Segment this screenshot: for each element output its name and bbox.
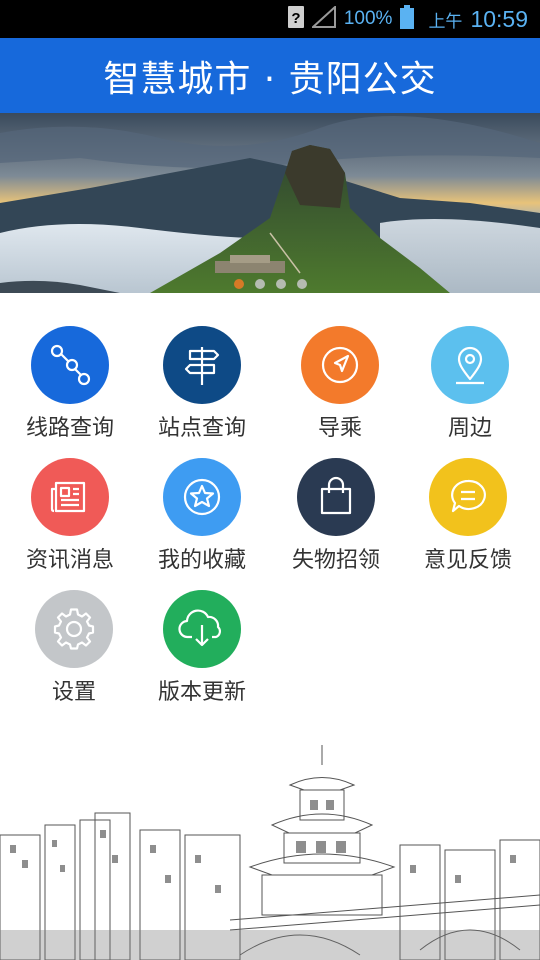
menu-item-favorites[interactable]: 我的收藏 [136, 458, 268, 588]
newspaper-icon [31, 458, 109, 536]
page-title: 智慧城市 · 贵阳公交 [103, 58, 437, 100]
menu-item-nearby[interactable]: 周边 [404, 326, 536, 456]
menu-item-label: 线路查询 [25, 416, 114, 441]
menu-item-label: 导乘 [317, 416, 362, 441]
menu-item-stop-query[interactable]: 站点查询 [136, 326, 268, 456]
gear-icon [35, 590, 113, 668]
chat-icon [429, 458, 507, 536]
menu-item-label: 失物招领 [291, 548, 380, 573]
signpost-icon [163, 326, 241, 404]
menu-item-label: 站点查询 [157, 416, 246, 441]
unknown-sim-icon: ? [287, 5, 304, 33]
location-pin-icon [431, 326, 509, 404]
star-icon [163, 458, 241, 536]
menu-item-label: 我的收藏 [157, 548, 246, 573]
menu-item-update[interactable]: 版本更新 [136, 590, 268, 720]
battery-percent: 100% [343, 8, 393, 29]
svg-text:?: ? [291, 10, 300, 27]
menu-item-news[interactable]: 资讯消息 [4, 458, 136, 588]
battery-icon [400, 4, 415, 34]
menu-item-label: 意见反馈 [423, 548, 512, 573]
banner-carousel[interactable] [0, 113, 540, 293]
cloud-download-icon [163, 590, 241, 668]
city-sketch-illustration [0, 715, 540, 960]
carousel-dot[interactable] [296, 279, 307, 289]
status-bar: ? 100% 上午 10:59 [0, 0, 540, 38]
carousel-dot[interactable] [275, 279, 286, 289]
carousel-dot[interactable] [254, 279, 265, 289]
signal-icon [310, 4, 336, 33]
carousel-dot[interactable] [233, 279, 244, 289]
menu-item-lost-found[interactable]: 失物招领 [270, 458, 402, 588]
menu-item-route-query[interactable]: 线路查询 [4, 326, 136, 456]
menu-item-label: 周边 [447, 416, 492, 441]
menu-item-guide[interactable]: 导乘 [274, 326, 406, 456]
carousel-indicators [0, 279, 540, 291]
menu-item-settings[interactable]: 设置 [8, 590, 140, 720]
menu-item-feedback[interactable]: 意见反馈 [402, 458, 534, 588]
banner-image [0, 113, 540, 293]
bag-icon [297, 458, 375, 536]
navigation-icon [301, 326, 379, 404]
menu-item-label: 版本更新 [157, 680, 246, 705]
route-icon [31, 326, 109, 404]
app-header: 智慧城市 · 贵阳公交 [0, 38, 540, 113]
menu-item-label: 设置 [51, 680, 96, 705]
clock-ampm: 上午 [428, 11, 463, 31]
clock-time: 10:59 [470, 5, 528, 32]
menu-item-label: 资讯消息 [25, 548, 114, 573]
